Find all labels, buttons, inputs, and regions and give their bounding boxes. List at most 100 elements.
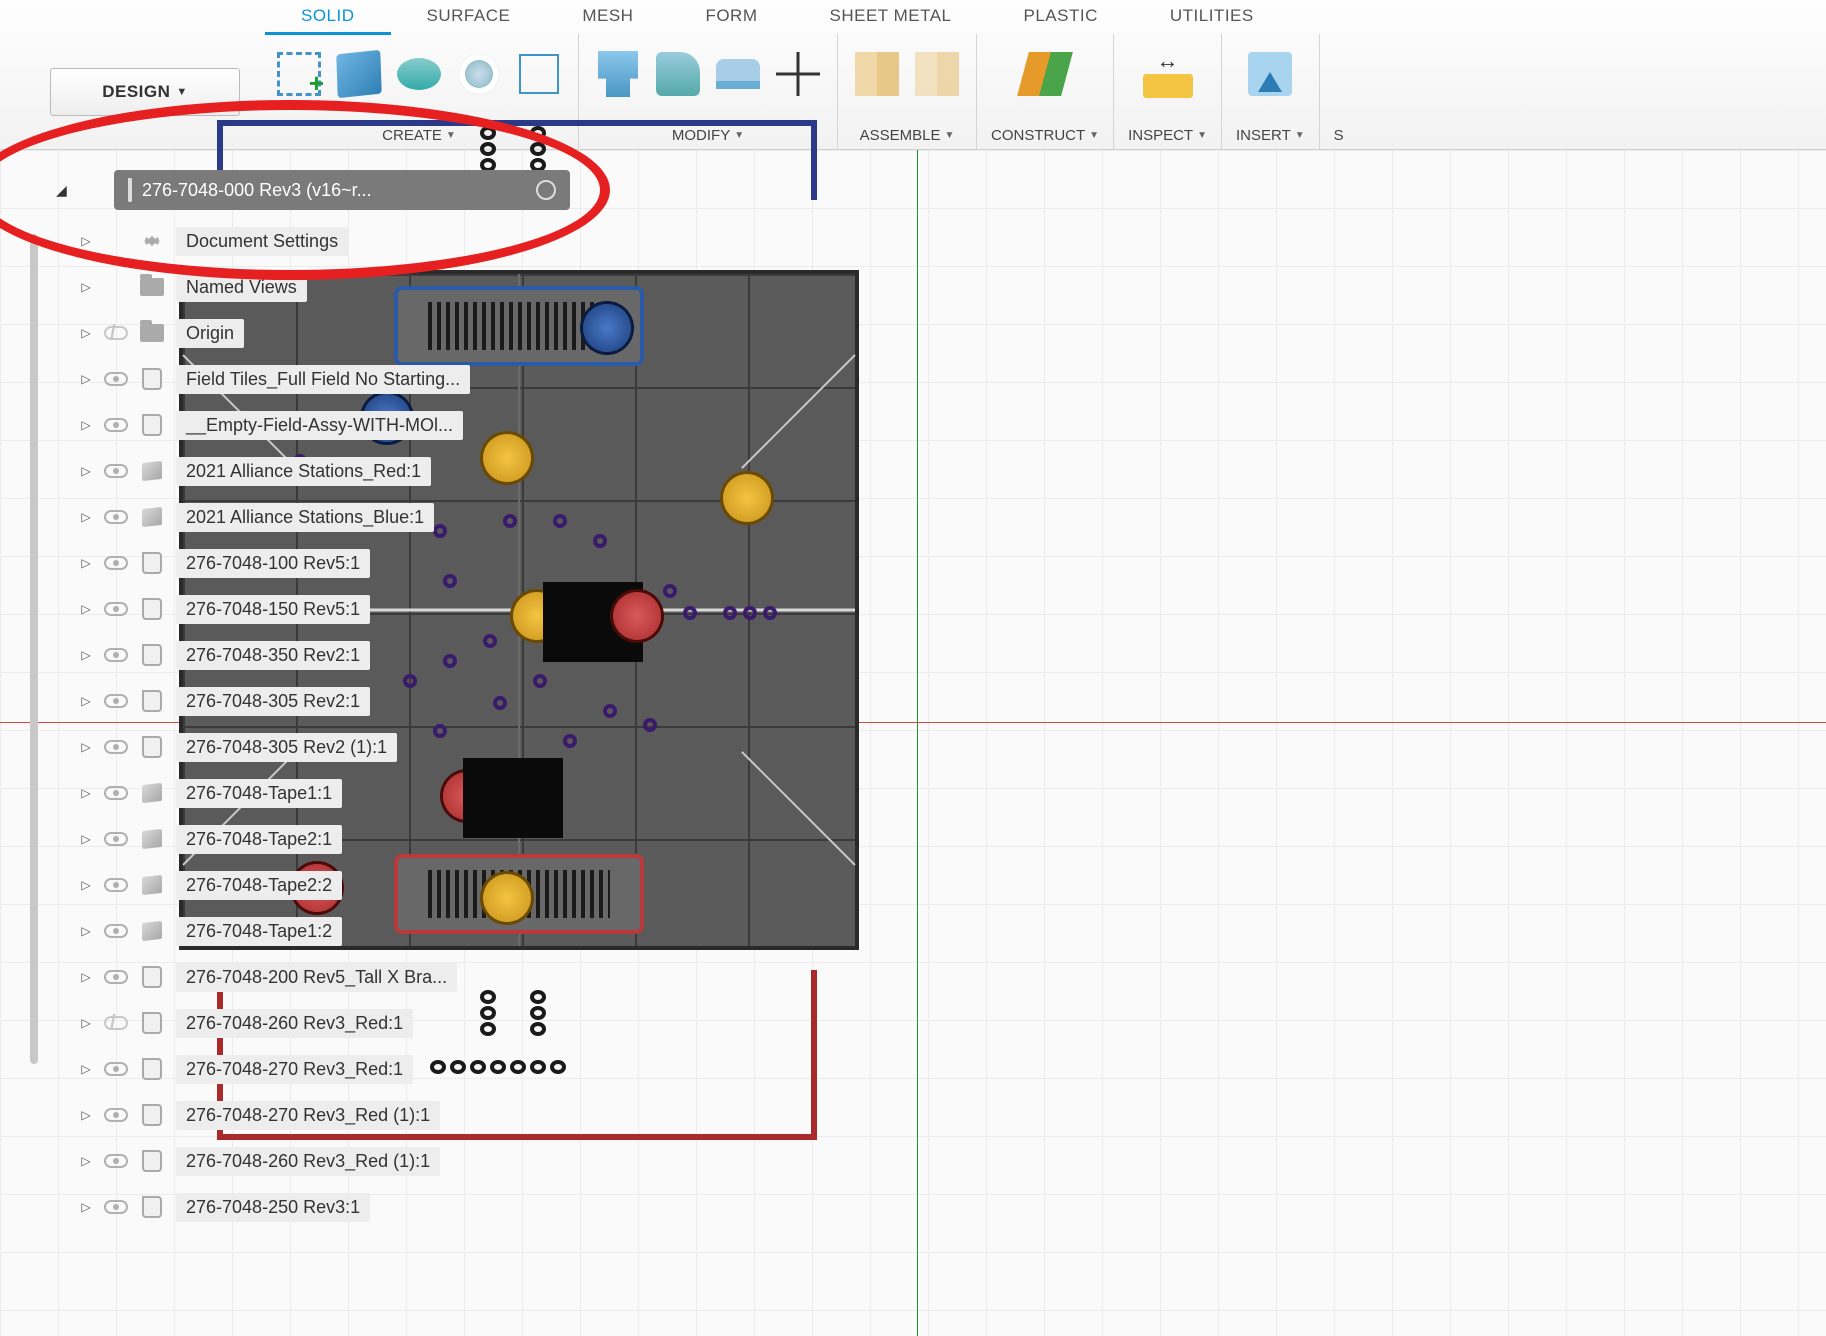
browser-root-document[interactable]: ◢ 276-7048-000 Rev3 (v16~r...: [114, 170, 570, 210]
visibility-on-icon[interactable]: [104, 830, 128, 848]
browser-node[interactable]: ▷276-7048-Tape1:1: [74, 770, 570, 816]
browser-node[interactable]: ▷ 276-7048-150 Rev5:1: [74, 586, 570, 632]
mobile-goal-red: [613, 592, 661, 640]
revolve-icon[interactable]: [394, 49, 444, 99]
workspace-label: DESIGN: [102, 82, 170, 102]
expand-triangle-icon[interactable]: ▷: [80, 970, 92, 984]
browser-node[interactable]: ▷276-7048-270 Rev3_Red:1: [74, 1046, 570, 1092]
expand-triangle-icon[interactable]: ▷: [80, 234, 92, 248]
visibility-on-icon[interactable]: [104, 416, 128, 434]
visibility-on-icon[interactable]: [104, 646, 128, 664]
insert-image-icon[interactable]: [1245, 49, 1295, 99]
create-sketch-icon[interactable]: [274, 49, 324, 99]
expand-triangle-icon[interactable]: ▷: [80, 924, 92, 938]
expand-triangle-icon[interactable]: ▷: [80, 372, 92, 386]
node-label: __Empty-Field-Assy-WITH-MOl...: [176, 411, 463, 440]
expand-triangle-icon[interactable]: ▷: [80, 1108, 92, 1122]
visibility-off-icon[interactable]: [104, 1014, 128, 1032]
visibility-on-icon[interactable]: [104, 600, 128, 618]
document-icon: [128, 180, 132, 201]
browser-node[interactable]: ▷Field Tiles_Full Field No Starting...: [74, 356, 570, 402]
visibility-on-icon[interactable]: [104, 1106, 128, 1124]
ribbon-tab-solid[interactable]: SOLID: [265, 0, 391, 35]
browser-node[interactable]: ▷276-7048-Tape1:2: [74, 908, 570, 954]
scrollbar-thumb[interactable]: [30, 234, 38, 1064]
expand-triangle-icon[interactable]: ▷: [80, 740, 92, 754]
browser-node[interactable]: ▷276-7048-260 Rev3_Red:1: [74, 1000, 570, 1046]
visibility-on-icon[interactable]: [104, 1152, 128, 1170]
browser-node[interactable]: ▷276-7048-200 Rev5_Tall X Bra...: [74, 954, 570, 1000]
expand-triangle-icon[interactable]: ▷: [80, 1200, 92, 1214]
rectangle-icon[interactable]: [514, 49, 564, 99]
browser-node[interactable]: ▷276-7048-350 Rev2:1: [74, 632, 570, 678]
browser-node[interactable]: ▷ __Empty-Field-Assy-WITH-MOl...: [74, 402, 570, 448]
browser-node[interactable]: ▷276-7048-305 Rev2 (1):1: [74, 724, 570, 770]
visibility-off-icon[interactable]: [104, 324, 128, 342]
browser-node[interactable]: ▷276-7048-250 Rev3:1: [74, 1184, 570, 1230]
ribbon-tab-plastic[interactable]: PLASTIC: [988, 0, 1134, 35]
node-label: 276-7048-270 Rev3_Red (1):1: [176, 1101, 440, 1130]
browser-node[interactable]: ▷276-7048-305 Rev2:1: [74, 678, 570, 724]
browser-node[interactable]: ▷Document Settings: [74, 218, 570, 264]
expand-triangle-icon[interactable]: ▷: [80, 1154, 92, 1168]
extrude-icon[interactable]: [334, 49, 384, 99]
visibility-on-icon[interactable]: [104, 738, 128, 756]
group-label: INSERT: [1236, 127, 1291, 144]
expand-triangle-icon[interactable]: ▷: [80, 556, 92, 570]
browser-node[interactable]: ▷2021 Alliance Stations_Blue:1: [74, 494, 570, 540]
move-icon[interactable]: [773, 49, 823, 99]
visibility-on-icon[interactable]: [104, 370, 128, 388]
browser-node[interactable]: ▷276-7048-100 Rev5:1: [74, 540, 570, 586]
visibility-on-icon[interactable]: [104, 554, 128, 572]
component-icon: [140, 644, 164, 666]
expand-triangle-icon[interactable]: ▷: [80, 418, 92, 432]
as-built-joint-icon[interactable]: [912, 49, 962, 99]
expand-triangle-icon[interactable]: ▷: [80, 510, 92, 524]
visibility-on-icon[interactable]: [104, 968, 128, 986]
expand-triangle-icon[interactable]: ▷: [80, 832, 92, 846]
press-pull-icon[interactable]: [593, 49, 643, 99]
expand-triangle-icon[interactable]: ▷: [80, 878, 92, 892]
browser-node[interactable]: ▷276-7048-Tape2:2: [74, 862, 570, 908]
measure-icon[interactable]: [1143, 49, 1193, 99]
browser-node[interactable]: ▷Origin: [74, 310, 570, 356]
expand-triangle-icon[interactable]: ▷: [80, 464, 92, 478]
browser-node[interactable]: ▷276-7048-Tape2:1: [74, 816, 570, 862]
expand-triangle-icon[interactable]: ▷: [80, 326, 92, 340]
visibility-on-icon[interactable]: [104, 922, 128, 940]
ribbon-tab-utilities[interactable]: UTILITIES: [1134, 0, 1290, 35]
visibility-on-icon[interactable]: [104, 784, 128, 802]
joint-icon[interactable]: [852, 49, 902, 99]
shell-icon[interactable]: [713, 49, 763, 99]
construction-plane-icon[interactable]: [1020, 49, 1070, 99]
expand-triangle-icon[interactable]: ▷: [80, 1062, 92, 1076]
hole-icon[interactable]: [454, 49, 504, 99]
ribbon-tab-form[interactable]: FORM: [669, 0, 793, 35]
visibility-on-icon[interactable]: [104, 508, 128, 526]
expand-triangle-icon[interactable]: ◢: [56, 182, 67, 199]
chevron-down-icon: ▼: [176, 86, 187, 98]
y-axis: [917, 150, 918, 1336]
expand-triangle-icon[interactable]: ▷: [80, 694, 92, 708]
ribbon-tab-mesh[interactable]: MESH: [546, 0, 669, 35]
visibility-on-icon[interactable]: [104, 462, 128, 480]
expand-triangle-icon[interactable]: ▷: [80, 280, 92, 294]
workspace-switcher[interactable]: DESIGN ▼: [50, 68, 240, 116]
visibility-on-icon[interactable]: [104, 876, 128, 894]
browser-node[interactable]: ▷2021 Alliance Stations_Red:1: [74, 448, 570, 494]
browser-node[interactable]: ▷ 276-7048-260 Rev3_Red (1):1: [74, 1138, 570, 1184]
browser-node[interactable]: ▷Named Views: [74, 264, 570, 310]
visibility-on-icon[interactable]: [104, 1060, 128, 1078]
expand-triangle-icon[interactable]: ▷: [80, 1016, 92, 1030]
visibility-on-icon[interactable]: [104, 692, 128, 710]
expand-triangle-icon[interactable]: ▷: [80, 786, 92, 800]
visibility-on-icon[interactable]: [104, 1198, 128, 1216]
node-label: 276-7048-150 Rev5:1: [176, 595, 370, 624]
node-label: 276-7048-260 Rev3_Red (1):1: [176, 1147, 440, 1176]
ribbon-tab-sheet-metal[interactable]: SHEET METAL: [794, 0, 988, 35]
expand-triangle-icon[interactable]: ▷: [80, 648, 92, 662]
fillet-icon[interactable]: [653, 49, 703, 99]
expand-triangle-icon[interactable]: ▷: [80, 602, 92, 616]
browser-node[interactable]: ▷ 276-7048-270 Rev3_Red (1):1: [74, 1092, 570, 1138]
ribbon-tab-surface[interactable]: SURFACE: [391, 0, 547, 35]
